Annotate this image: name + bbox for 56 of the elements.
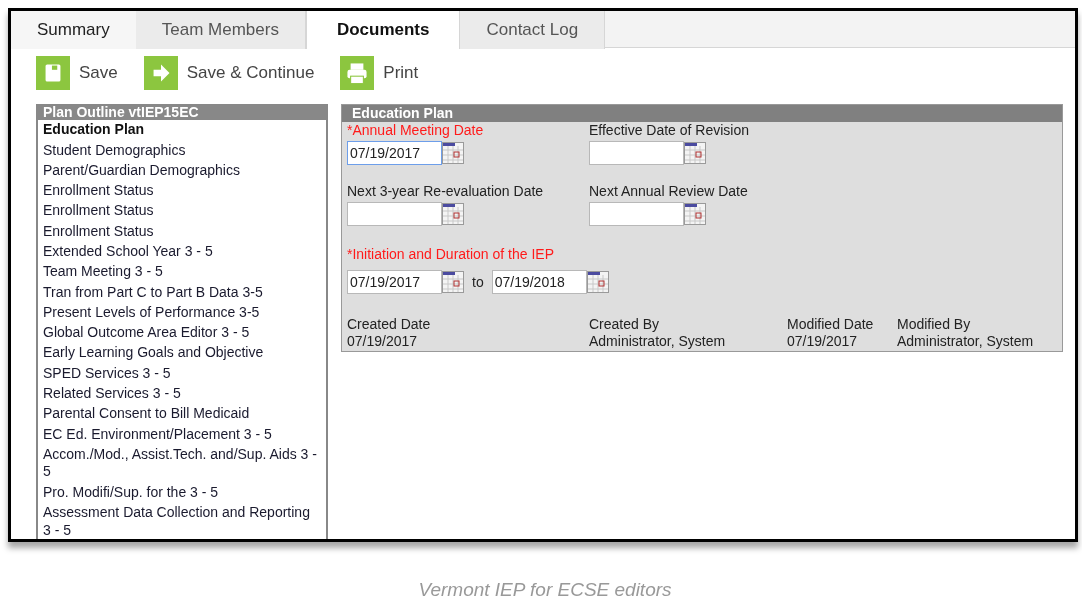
panel-header: Plan Outline vtIEP15EC [38,104,326,120]
tab[interactable]: Team Members [135,11,306,49]
calendar-icon[interactable] [684,142,706,164]
outline-item[interactable]: Pro. Modifi/Sup. for the 3 - 5 [43,483,321,505]
outline-item[interactable]: Global Outcome Area Editor 3 - 5 [43,324,321,345]
outline-item[interactable]: Parental Consent to Bill Medicaid [43,405,321,426]
date-field[interactable] [589,202,684,226]
outline-item[interactable]: EC Ed. Environment/Placement 3 - 5 [43,425,321,446]
audit-label: Modified By [897,316,972,333]
audit-label: Created By [589,316,661,333]
outline-item[interactable]: Education Plan [43,121,321,142]
audit-value: 07/19/2017 [787,333,859,350]
date-field[interactable] [589,141,684,165]
outline-item[interactable]: SPED Services 3 - 5 [43,364,321,386]
audit-value: Administrator, System [589,333,727,350]
calendar-icon[interactable] [442,203,464,225]
field-label: Next Annual Review Date [589,183,749,200]
printer-icon [340,56,375,90]
outline-item[interactable]: Parent/Guardian Demographics [43,161,321,183]
tab[interactable]: Documents [305,11,461,49]
outline-item[interactable]: Present Levels of Performance 3-5 [43,303,321,325]
date-field[interactable]: 07/19/2018 [491,270,587,294]
outline-item[interactable]: Early Learning Goals and Objective [43,344,321,365]
date-field[interactable]: 07/19/2017 [347,270,442,294]
calendar-icon[interactable] [442,142,464,164]
range-separator: to [472,272,484,292]
calendar-icon[interactable] [586,271,609,293]
panel-header: Education Plan [342,105,1062,122]
outline-item[interactable]: Student Demographics [43,141,321,162]
audit-value: Administrator, System [897,333,1035,350]
outline-item[interactable]: Assessment Data Collection and Reporting 3 - 5 [43,504,321,539]
outline-item[interactable]: Team Meeting 3 - 5 [43,263,321,284]
outline-item[interactable]: Enrollment Status [43,182,321,203]
image-caption: Vermont IEP for ECSE editors [418,578,672,602]
outline-item[interactable]: Tran from Part C to Part B Data 3-5 [43,283,321,304]
toolbar-button[interactable]: Print [340,56,419,90]
field-label: Effective Date of Revision [589,122,751,139]
field-label: *Initiation and Duration of the IEP [347,246,556,263]
audit-value: 07/19/2017 [347,333,419,350]
tab[interactable]: Contact Log [460,11,606,49]
outline-item[interactable]: Enrollment Status [43,202,321,223]
date-field[interactable]: 07/19/2017 [347,141,442,165]
outline-item[interactable]: Related Services 3 - 5 [43,385,321,406]
toolbar-button[interactable]: Save & Continue [143,56,315,90]
audit-label: Modified Date [787,316,875,333]
field-label: Next 3-year Re-evaluation Date [347,183,545,200]
audit-label: Created Date [347,316,432,333]
outline-item[interactable]: Enrollment Status [43,222,321,243]
arrow-right-icon [143,56,178,90]
field-label: *Annual Meeting Date [347,122,485,139]
toolbar-button[interactable]: Save [36,56,118,90]
date-field[interactable] [347,202,442,226]
calendar-icon[interactable] [684,203,706,225]
outline-item[interactable]: Accom./Mod., Assist.Tech. and/Sup. Aids 3 - 5 [43,445,321,484]
calendar-icon[interactable] [442,271,464,293]
outline-item[interactable]: Extended School Year 3 - 5 [43,243,321,264]
